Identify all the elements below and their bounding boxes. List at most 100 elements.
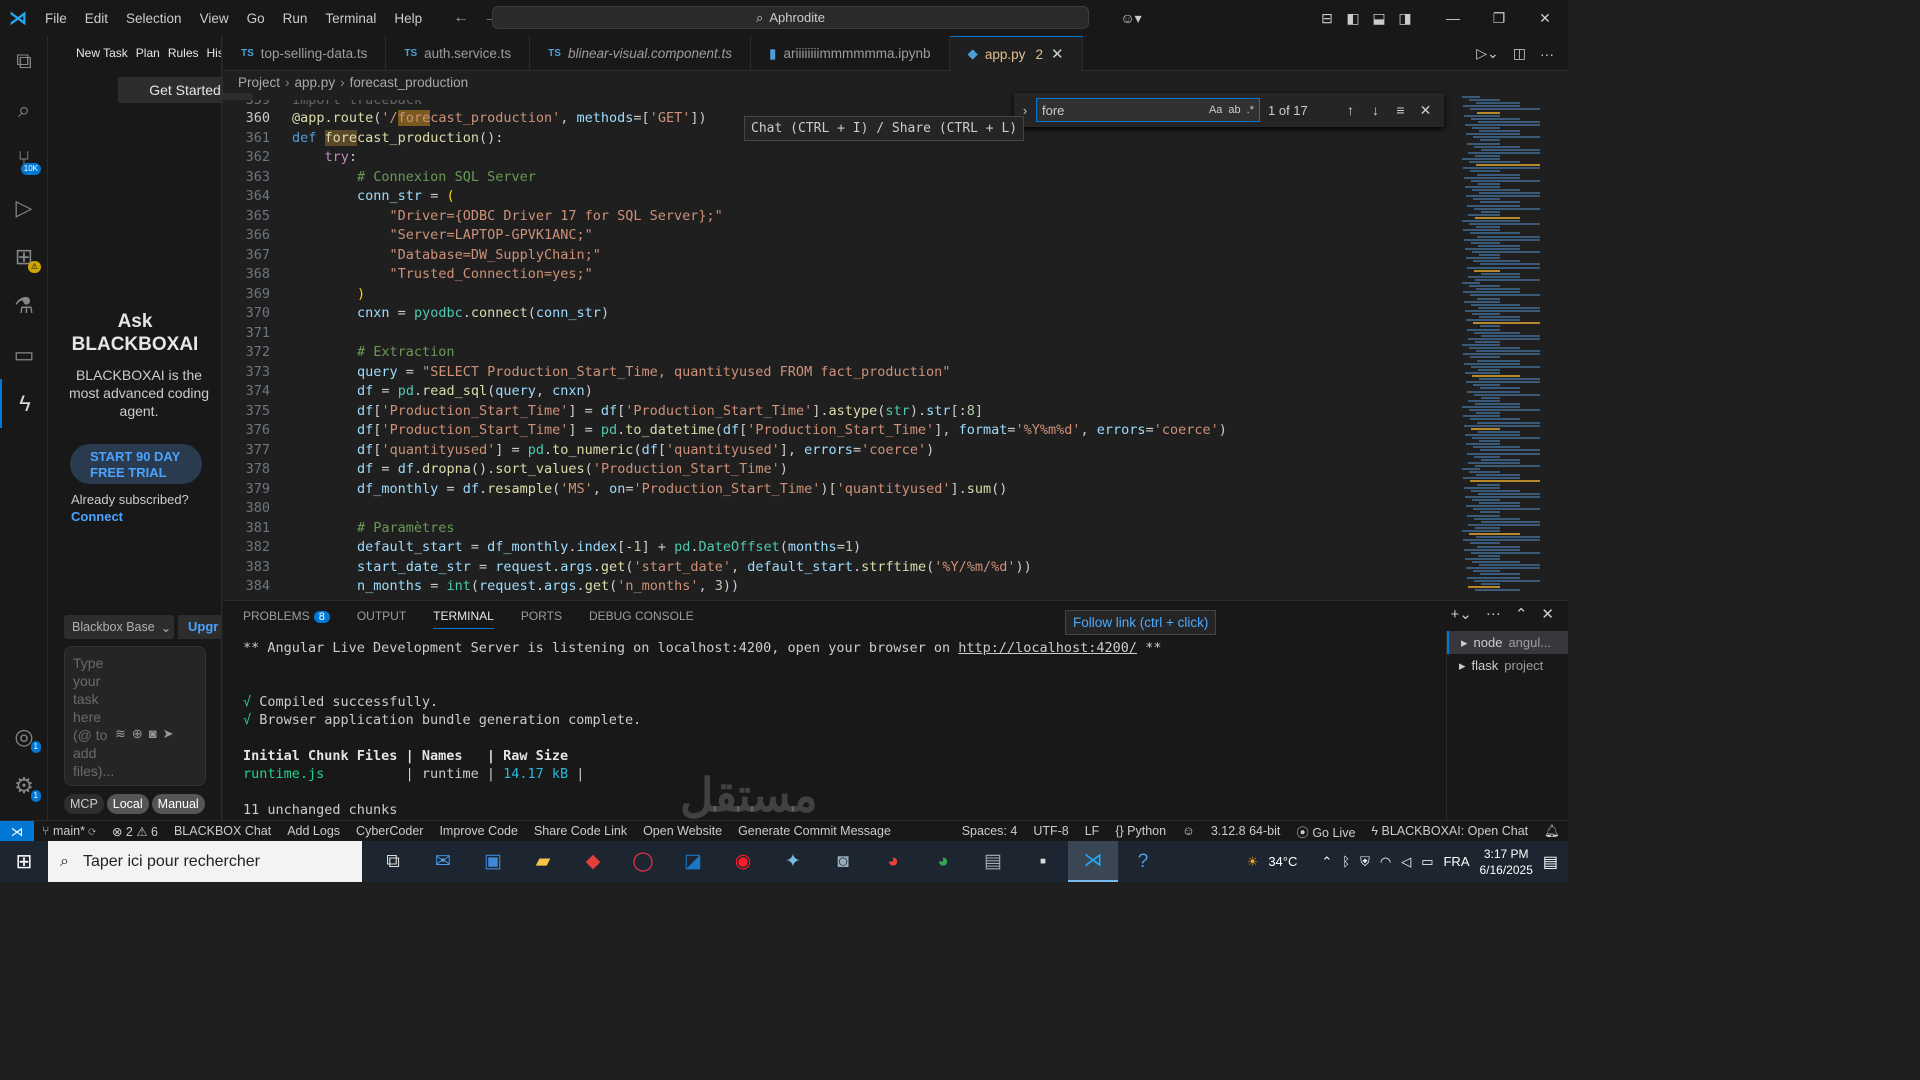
status-share-code-link[interactable]: Share Code Link: [526, 824, 635, 838]
blackbox-icon[interactable]: ϟ: [0, 379, 48, 428]
connect-link[interactable]: Connect: [71, 509, 123, 524]
notifications-icon[interactable]: 🔔︎: [1536, 824, 1568, 839]
store-icon[interactable]: ▣: [468, 841, 518, 882]
chat-icon[interactable]: ▭: [0, 330, 48, 379]
breadcrumb-item[interactable]: forecast_production: [350, 75, 469, 90]
extensions-icon[interactable]: ⊞ ⚠: [0, 232, 48, 281]
camera-app-icon[interactable]: ◙: [818, 841, 868, 882]
indentation-status[interactable]: Spaces: 4: [954, 824, 1026, 838]
toggle-panel-icon[interactable]: ⬓: [1366, 10, 1392, 27]
minimap[interactable]: [1458, 93, 1568, 597]
clock[interactable]: 3:17 PM 6/16/2025: [1479, 846, 1532, 878]
tray-chevron-icon[interactable]: ⌃: [1321, 854, 1332, 870]
find-in-selection-icon[interactable]: ≡: [1388, 102, 1413, 118]
menu-selection[interactable]: Selection: [117, 11, 191, 26]
terminal-output[interactable]: ** Angular Live Development Server is li…: [243, 639, 1423, 819]
breadcrumb-item[interactable]: app.py: [295, 75, 336, 90]
status-blackbox-chat[interactable]: BLACKBOX Chat: [166, 824, 279, 838]
back-arrow-icon[interactable]: ←: [453, 9, 469, 27]
windows-start-icon[interactable]: ⊞: [0, 849, 48, 874]
upgrade-button[interactable]: Upgr: [178, 615, 222, 639]
split-editor-icon[interactable]: ◫: [1513, 45, 1526, 62]
panel-tab-output[interactable]: OUTPUT: [357, 609, 406, 623]
gear-icon[interactable]: ⚙ 1: [0, 761, 48, 810]
next-match-icon[interactable]: ↓: [1363, 102, 1388, 118]
panel-tab-debug-console[interactable]: DEBUG CONSOLE: [589, 609, 694, 623]
panel-tab-terminal[interactable]: TERMINAL: [433, 609, 494, 629]
opera-icon[interactable]: ◉: [718, 841, 768, 882]
more-actions-icon[interactable]: ···: [1486, 605, 1501, 623]
close-panel-icon[interactable]: ✕: [1541, 605, 1554, 623]
menu-help[interactable]: Help: [385, 11, 431, 26]
panel-tab-problems[interactable]: PROBLEMS 8: [243, 609, 330, 623]
status-add-logs[interactable]: Add Logs: [279, 824, 348, 838]
new-terminal-icon[interactable]: +⌄: [1451, 605, 1472, 623]
mode-manual[interactable]: Manual: [151, 794, 205, 814]
vscode-taskbar-icon[interactable]: ⋊: [1068, 841, 1118, 882]
search-icon[interactable]: ⌕: [0, 85, 48, 134]
branch-status[interactable]: ⑂ main* ⟳: [34, 824, 104, 838]
regex-icon[interactable]: .*: [1247, 104, 1254, 116]
temperature[interactable]: 34°C: [1268, 854, 1297, 869]
send-icon[interactable]: ➤: [163, 725, 174, 743]
blackbox-tab-plan[interactable]: Plan: [136, 46, 160, 60]
go-live-button[interactable]: ⦿ Go Live: [1288, 822, 1363, 841]
minimize-icon[interactable]: —: [1430, 10, 1476, 26]
camera-icon[interactable]: ◙: [149, 725, 157, 743]
editor-tab[interactable]: ◆ app.py 2 ✕: [949, 36, 1083, 71]
remote-icon[interactable]: ⋊: [0, 820, 34, 842]
add-folder-icon[interactable]: ⊕: [132, 725, 143, 743]
security-icon[interactable]: ⛨: [1360, 854, 1370, 870]
editor-tab[interactable]: TS auth.service.ts: [386, 36, 531, 71]
command-center[interactable]: ⌕ Aphrodite: [492, 6, 1089, 29]
layout-customize-icon[interactable]: ⊟: [1314, 10, 1340, 27]
remote-desktop-icon[interactable]: ▤: [968, 841, 1018, 882]
blackbox-tab-histo[interactable]: Histo: [207, 46, 221, 60]
match-case-icon[interactable]: Aa: [1209, 104, 1222, 116]
task-view-icon[interactable]: ⧉: [368, 841, 418, 882]
menu-run[interactable]: Run: [274, 11, 317, 26]
volume-icon[interactable]: ◁: [1401, 854, 1411, 870]
copilot-status-icon[interactable]: ☺: [1174, 824, 1203, 838]
blackbox-open-chat[interactable]: ϟ BLACKBOXAI: Open Chat: [1363, 824, 1536, 838]
editor-tab[interactable]: TS blinear-visual.component.ts: [530, 36, 752, 71]
code-editor[interactable]: 359 import traceback 360 @app.route('/forec…: [223, 100, 1458, 597]
copilot-icon[interactable]: ☺▾: [1118, 10, 1144, 27]
run-icon[interactable]: ▷⌄: [1476, 45, 1499, 62]
figma-icon[interactable]: ✦: [768, 841, 818, 882]
find-input[interactable]: fore Aa ab .*: [1036, 98, 1260, 122]
wifi-icon[interactable]: ◠: [1380, 854, 1391, 870]
mode-mcp[interactable]: MCP: [64, 794, 104, 814]
menu-edit[interactable]: Edit: [76, 11, 117, 26]
maximize-panel-icon[interactable]: ⌃: [1515, 605, 1528, 623]
toggle-secondary-sidebar-icon[interactable]: ◨: [1392, 10, 1418, 27]
taskbar-search[interactable]: ⌕ Taper ici pour rechercher: [48, 841, 362, 882]
close-icon[interactable]: ✕: [1522, 10, 1568, 27]
source-control-icon[interactable]: ⑂ 10K: [0, 134, 48, 183]
anydesk-icon[interactable]: ◆: [568, 841, 618, 882]
opera-gx-icon[interactable]: ◯: [618, 841, 668, 882]
menu-view[interactable]: View: [191, 11, 238, 26]
chrome-icon[interactable]: ◕: [868, 841, 918, 882]
notification-center-icon[interactable]: ▤: [1543, 852, 1558, 872]
bluetooth-icon[interactable]: ᛒ: [1342, 854, 1350, 869]
language-status[interactable]: {} Python: [1107, 824, 1174, 838]
menu-file[interactable]: File: [36, 11, 76, 26]
eol-status[interactable]: LF: [1077, 824, 1108, 838]
whole-word-icon[interactable]: ab: [1228, 104, 1240, 116]
status-open-website[interactable]: Open Website: [635, 824, 730, 838]
battery-icon[interactable]: ▭: [1421, 854, 1433, 870]
testing-icon[interactable]: ⚗: [0, 281, 48, 330]
more-actions-icon[interactable]: ···: [1540, 46, 1554, 62]
menu-terminal[interactable]: Terminal: [316, 11, 385, 26]
terminal-instance[interactable]: ▸ node angul...: [1447, 631, 1568, 654]
status-improve-code[interactable]: Improve Code: [431, 824, 526, 838]
panel-tab-ports[interactable]: PORTS: [521, 609, 562, 623]
blackbox-tab-rules[interactable]: Rules: [168, 46, 199, 60]
help-icon[interactable]: ?: [1118, 841, 1168, 882]
breadcrumb-item[interactable]: Project: [238, 75, 280, 90]
editor-tab[interactable]: ▮ ariiiiiiiimmmmmma.ipynb: [751, 36, 950, 71]
mode-local[interactable]: Local: [106, 794, 149, 814]
toggle-sidebar-icon[interactable]: ◧: [1340, 10, 1366, 27]
terminal-instance[interactable]: ▸ flask project: [1447, 654, 1568, 677]
